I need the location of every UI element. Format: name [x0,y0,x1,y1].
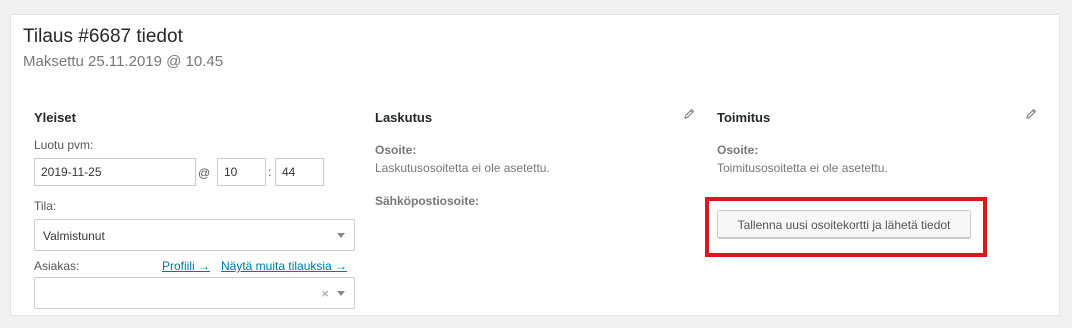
created-date-input[interactable] [34,158,196,186]
time-colon: : [268,165,272,179]
billing-heading: Laskutus [375,110,433,125]
billing-address-value: Laskutusosoitetta ei ole asetettu. [375,161,550,175]
billing-address-label: Osoite: [375,143,417,157]
created-date-label: Luotu pvm: [34,138,94,152]
general-heading: Yleiset [34,110,76,125]
status-select-value: Valmistunut [43,229,105,243]
billing-email-label: Sähköpostiosoite: [375,194,480,208]
minute-input[interactable] [275,158,324,186]
pencil-icon[interactable] [683,108,695,120]
shipping-address-value: Toimitusosoitetta ei ole asetettu. [717,161,888,175]
shipping-heading: Toimitus [717,110,771,125]
chevron-down-icon [337,291,345,296]
order-paid-info: Maksettu 25.11.2019 @ 10.45 [23,53,224,70]
clear-icon[interactable]: × [321,286,329,301]
save-address-card-button[interactable]: Tallenna uusi osoitekortti ja lähetä tie… [717,210,971,238]
customer-label: Asiakas: [34,259,80,273]
customer-select[interactable]: × [34,277,355,309]
pencil-icon[interactable] [1025,108,1037,120]
at-separator: @ [198,166,211,180]
status-select[interactable]: Valmistunut [34,219,355,251]
chevron-down-icon [337,233,345,238]
other-orders-link[interactable]: Näytä muita tilauksia → [221,259,347,273]
profile-link[interactable]: Profiili → [162,259,210,273]
shipping-address-label: Osoite: [717,143,759,157]
hour-input[interactable] [217,158,266,186]
page-title: Tilaus #6687 tiedot [23,26,183,47]
status-label: Tila: [34,199,57,213]
